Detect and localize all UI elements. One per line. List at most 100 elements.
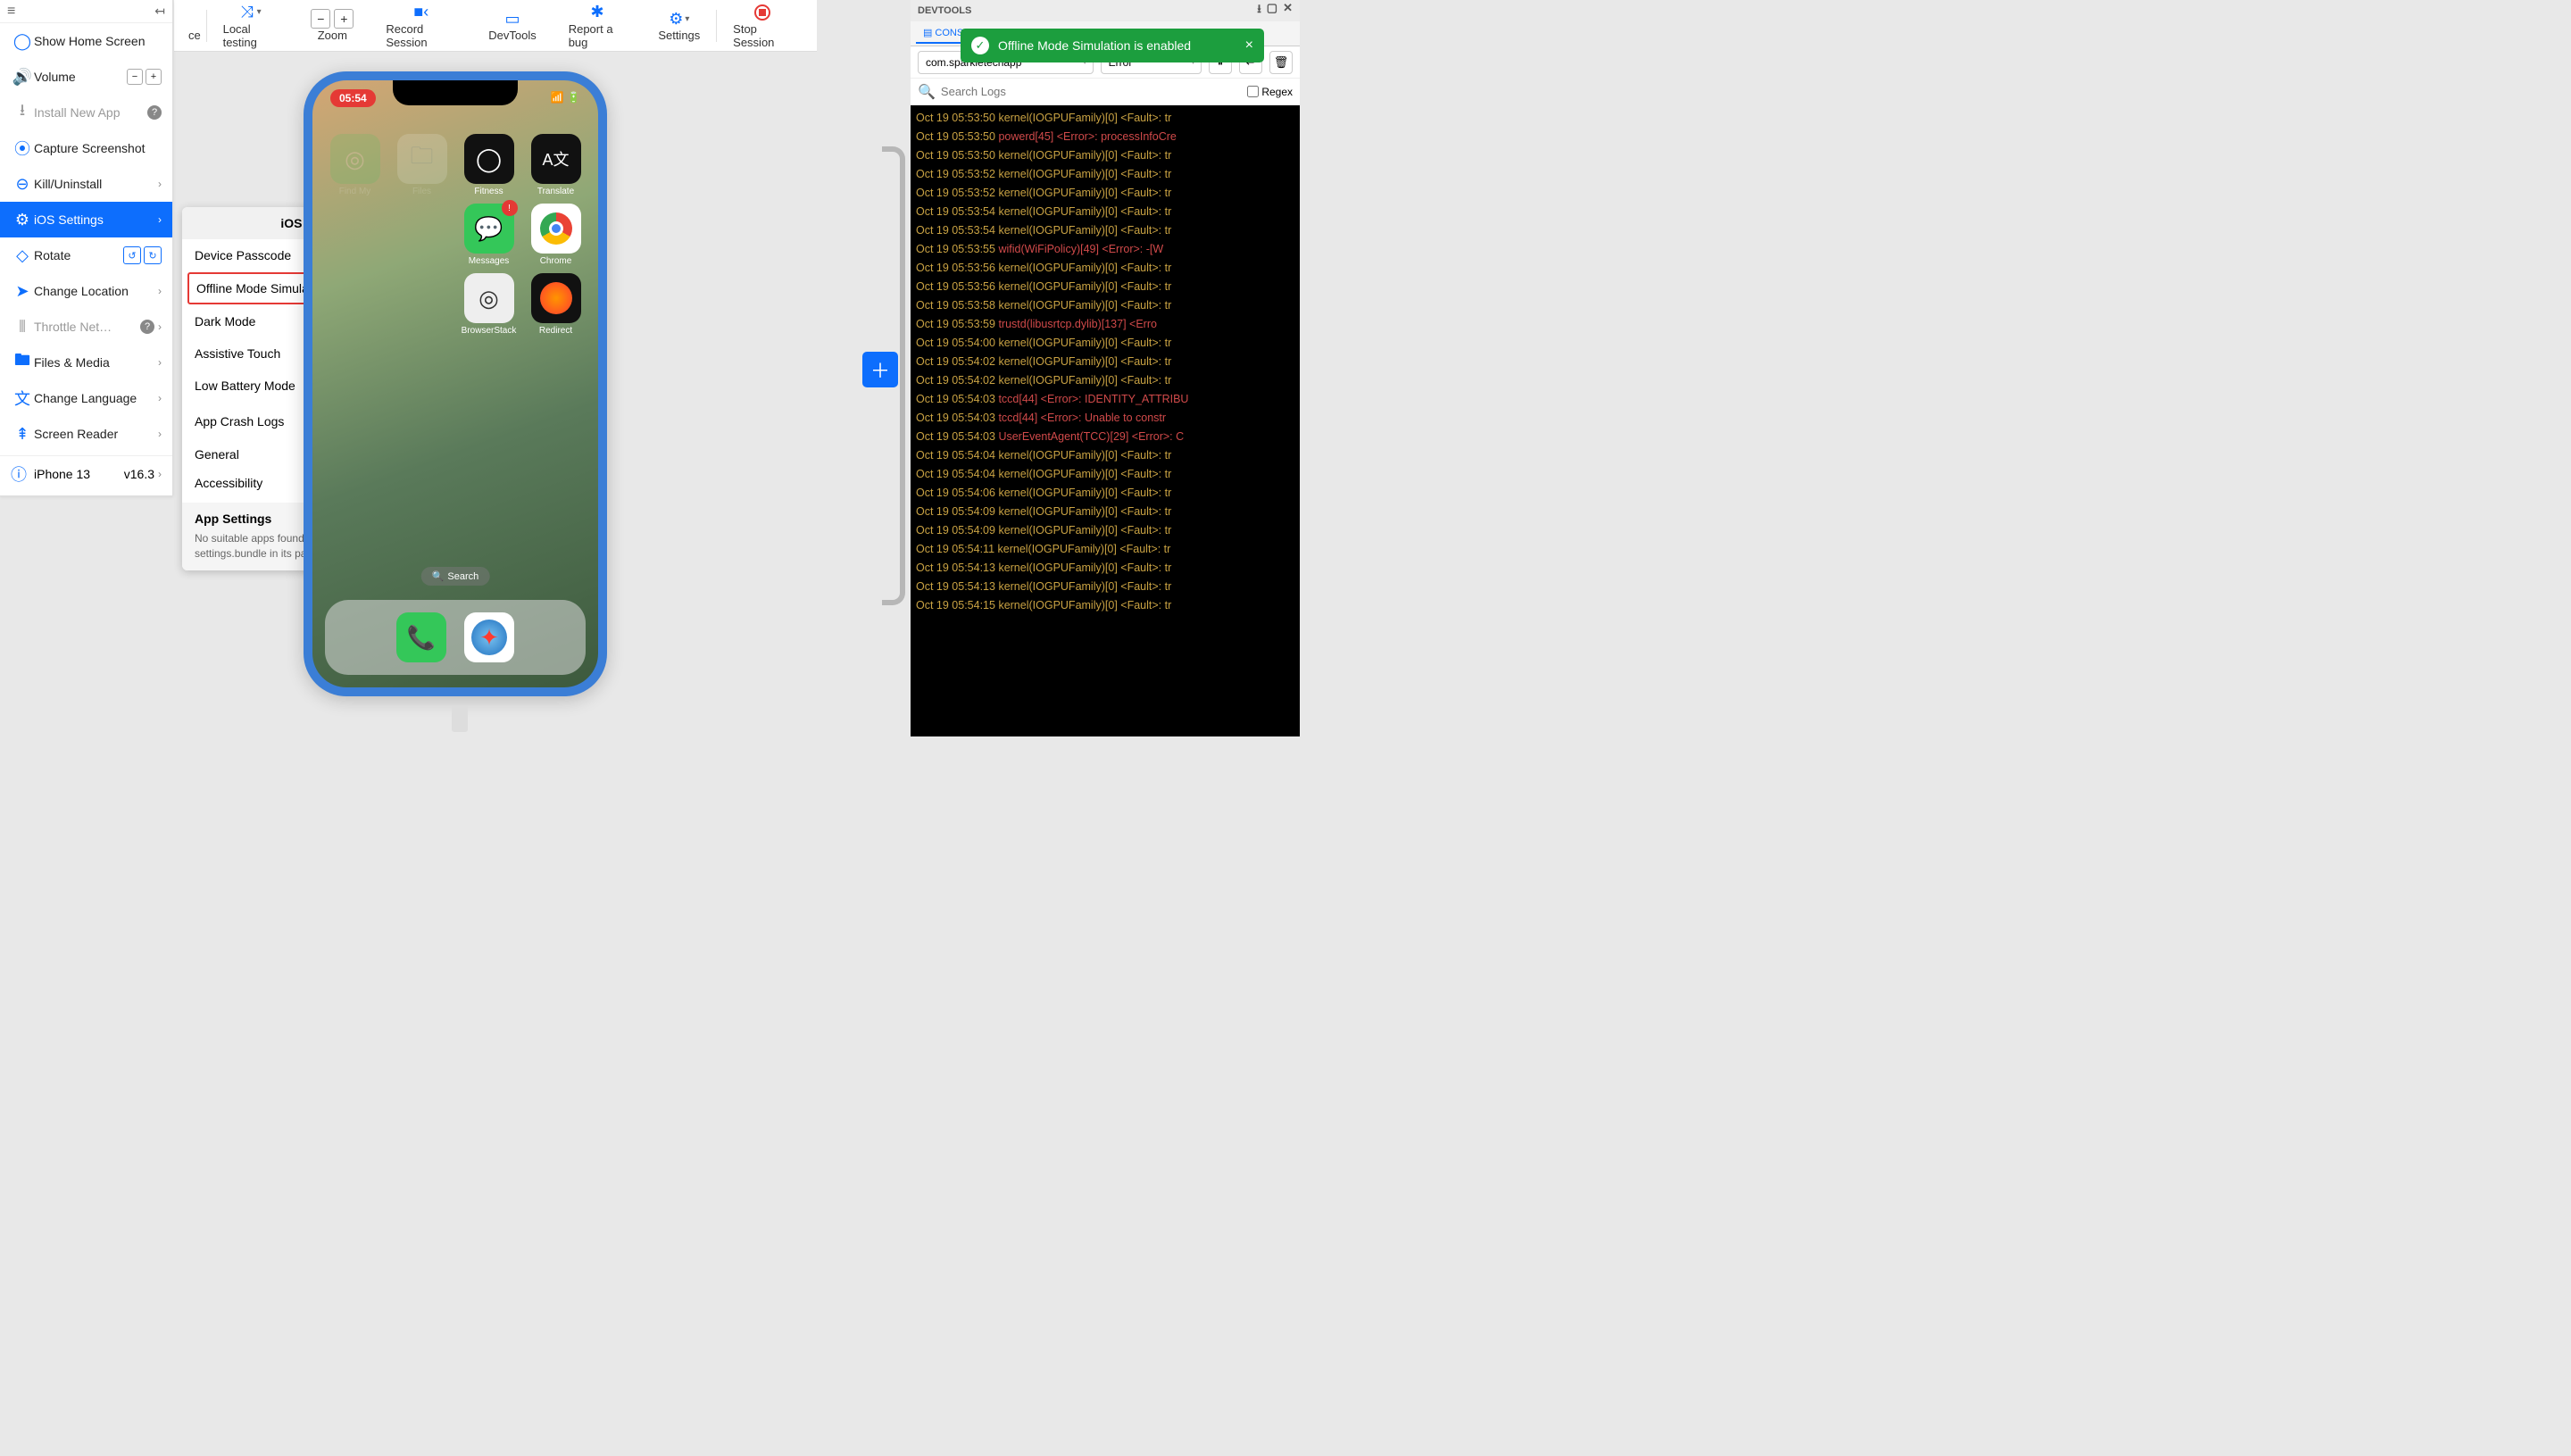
findmy-icon: ◎	[330, 134, 380, 184]
log-line: Oct 19 05:54:13 kernel(IOGPUFamily)[0] <…	[916, 578, 1294, 596]
sidebar-item-kill[interactable]: ⊖ Kill/Uninstall ›	[0, 166, 172, 202]
log-line: Oct 19 05:54:15 kernel(IOGPUFamily)[0] <…	[916, 596, 1294, 615]
badge-icon: !	[502, 200, 518, 216]
search-icon: 🔍	[432, 570, 445, 582]
regex-checkbox[interactable]	[1247, 86, 1259, 97]
rotate-label: Rotate	[34, 248, 120, 262]
stop-icon	[754, 3, 770, 22]
log-line: Oct 19 05:54:02 kernel(IOGPUFamily)[0] <…	[916, 371, 1294, 390]
sidebar-item-rotate[interactable]: ◇ Rotate ↺ ↻	[0, 237, 172, 273]
dock-phone-icon[interactable]: 📞	[396, 612, 446, 662]
sidebar-device-info[interactable]: ⓘ iPhone 13 v16.3 ›	[0, 456, 172, 492]
install-label: Install New App	[34, 105, 144, 120]
log-line: Oct 19 05:54:11 kernel(IOGPUFamily)[0] <…	[916, 540, 1294, 559]
devtools-window-controls: ⭳ ▢ ✕	[1257, 1, 1293, 21]
help-icon[interactable]: ?	[140, 320, 154, 334]
report-bug-button[interactable]: ✱ Report a bug	[553, 0, 643, 51]
app-redirect[interactable]: Redirect	[524, 273, 587, 336]
video-icon: ■‹	[413, 3, 428, 22]
log-line: Oct 19 05:54:09 kernel(IOGPUFamily)[0] <…	[916, 521, 1294, 540]
menu-icon[interactable]: ≡	[7, 4, 15, 20]
zoom-button[interactable]: − + Zoom	[295, 0, 370, 51]
status-time: 05:54	[330, 89, 376, 107]
translate-icon: A文	[531, 134, 581, 184]
accessibility-label: Accessibility	[195, 476, 262, 490]
settings-button[interactable]: ⚙ ▾ Settings	[642, 0, 716, 51]
app-findmy[interactable]: ◎Find My	[323, 134, 387, 196]
zoom-out-icon[interactable]: −	[311, 9, 330, 29]
chrome-icon	[531, 204, 581, 254]
phone-frame: 05:54 📶 🔋 ◎Find My 🗀Files ◯Fitness A文Tra…	[304, 71, 607, 696]
log-line: Oct 19 05:53:50 kernel(IOGPUFamily)[0] <…	[916, 109, 1294, 128]
close-icon[interactable]: ×	[1245, 37, 1253, 54]
zoom-label: Zoom	[318, 29, 347, 42]
volume-label: Volume	[34, 70, 123, 84]
volume-up-button[interactable]: +	[146, 69, 162, 85]
download-icon[interactable]: ⭳	[1257, 1, 1261, 21]
camera-icon: ⦿	[11, 137, 34, 160]
stop-session-button[interactable]: Stop Session	[717, 0, 808, 51]
top-toolbar: ce ⤨ ▾ Local testing − + Zoom ■‹ Record …	[174, 0, 817, 52]
dock-safari-icon[interactable]: ✦	[464, 612, 514, 662]
sidebar-item-screen-reader[interactable]: ⇞ Screen Reader ›	[0, 416, 172, 452]
search-input[interactable]	[941, 85, 1242, 98]
app-fitness[interactable]: ◯Fitness	[457, 134, 520, 196]
phone-screen[interactable]: 05:54 📶 🔋 ◎Find My 🗀Files ◯Fitness A文Tra…	[312, 80, 598, 687]
kill-label: Kill/Uninstall	[34, 177, 158, 191]
spotlight-search[interactable]: 🔍 Search	[421, 567, 490, 586]
app-translate[interactable]: A文Translate	[524, 134, 587, 196]
volume-icon: 🔊	[11, 68, 34, 87]
log-line: Oct 19 05:54:13 kernel(IOGPUFamily)[0] <…	[916, 559, 1294, 578]
chevron-right-icon: ›	[158, 392, 162, 404]
general-label: General	[195, 447, 239, 462]
sidebar-item-files[interactable]: 🖿 Files & Media ›	[0, 345, 172, 380]
devtools-button[interactable]: ▭ DevTools	[472, 0, 552, 51]
zoom-icons: − +	[311, 9, 354, 29]
record-button[interactable]: ■‹ Record Session	[370, 0, 472, 51]
rotate-left-button[interactable]: ↺	[123, 246, 141, 264]
sidebar-item-volume[interactable]: 🔊 Volume − +	[0, 59, 172, 95]
panel-icon: ▭	[504, 9, 520, 29]
maximize-icon[interactable]: ▢	[1267, 1, 1277, 21]
sidebar: ≡ ↤ ◯ Show Home Screen 🔊 Volume − + ⭳ In…	[0, 0, 173, 496]
log-line: Oct 19 05:54:06 kernel(IOGPUFamily)[0] <…	[916, 484, 1294, 503]
devtools-header: DEVTOOLS ⭳ ▢ ✕	[911, 0, 1300, 21]
devtools-label: DevTools	[488, 29, 536, 42]
add-button[interactable]: ＋	[862, 352, 898, 387]
log-line: Oct 19 05:54:00 kernel(IOGPUFamily)[0] <…	[916, 334, 1294, 353]
regex-toggle[interactable]: Regex	[1247, 86, 1293, 98]
chevron-right-icon: ›	[158, 178, 162, 190]
toast-message: Offline Mode Simulation is enabled	[998, 38, 1191, 53]
sidebar-item-home[interactable]: ◯ Show Home Screen	[0, 23, 172, 59]
ios-settings-label: iOS Settings	[34, 212, 158, 227]
messages-icon: 💬!	[464, 204, 514, 254]
sidebar-item-throttle[interactable]: ⫴ Throttle Net… ? ›	[0, 309, 172, 345]
device-name: iPhone 13	[34, 467, 90, 481]
clear-button[interactable]: 🗑	[1269, 51, 1293, 74]
chevron-right-icon: ›	[158, 356, 162, 369]
sidebar-item-location[interactable]: ➤ Change Location ›	[0, 273, 172, 309]
sidebar-item-language[interactable]: 文 Change Language ›	[0, 380, 172, 416]
browserstack-icon: ◎	[464, 273, 514, 323]
sidebar-item-screenshot[interactable]: ⦿ Capture Screenshot	[0, 130, 172, 166]
app-files[interactable]: 🗀Files	[390, 134, 453, 196]
sidebar-item-install[interactable]: ⭳ Install New App ?	[0, 95, 172, 130]
volume-down-button[interactable]: −	[127, 69, 143, 85]
zoom-in-icon[interactable]: +	[334, 9, 354, 29]
app-messages[interactable]: 💬!Messages	[457, 204, 520, 266]
sidebar-item-ios-settings[interactable]: ⚙ iOS Settings ›	[0, 202, 172, 237]
collapse-icon[interactable]: ↤	[154, 4, 165, 19]
volume-controls: − +	[127, 69, 162, 85]
devtools-panel: DEVTOOLS ⭳ ▢ ✕ ▤ CONS… com.sparkletechap…	[911, 0, 1300, 736]
console-icon: ▤	[923, 27, 932, 38]
help-icon[interactable]: ?	[147, 105, 162, 120]
rotate-right-button[interactable]: ↻	[144, 246, 162, 264]
console-output[interactable]: Oct 19 05:53:50 kernel(IOGPUFamily)[0] <…	[911, 105, 1300, 736]
local-testing-label: Local testing	[223, 22, 279, 49]
app-browserstack[interactable]: ◎BrowserStack	[457, 273, 520, 336]
close-icon[interactable]: ✕	[1283, 1, 1293, 21]
log-line: Oct 19 05:53:56 kernel(IOGPUFamily)[0] <…	[916, 278, 1294, 296]
shuffle-icon: ⤨ ▾	[240, 3, 261, 22]
local-testing-button[interactable]: ⤨ ▾ Local testing	[207, 0, 295, 51]
app-chrome[interactable]: Chrome	[524, 204, 587, 266]
